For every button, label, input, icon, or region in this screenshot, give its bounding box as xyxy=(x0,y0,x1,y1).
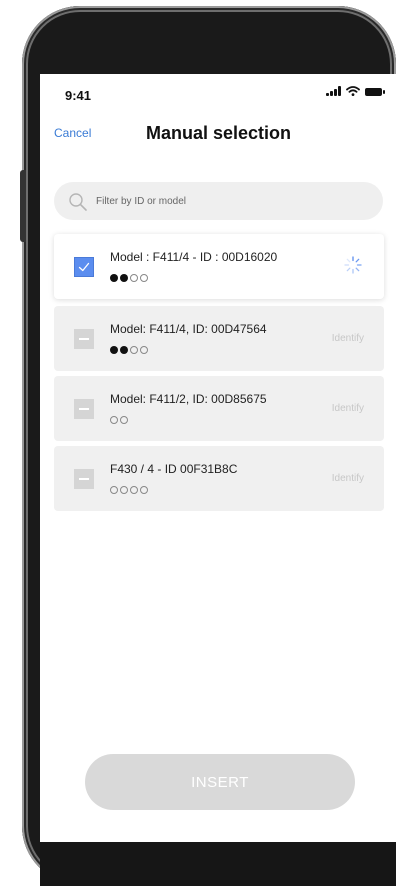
signal-dots xyxy=(110,346,148,354)
dot-filled xyxy=(110,274,118,282)
dot-empty xyxy=(130,486,138,494)
status-time: 9:41 xyxy=(65,88,92,103)
checkbox-indeterminate[interactable] xyxy=(74,329,94,349)
checkbox-checked[interactable] xyxy=(74,257,94,277)
search-bar[interactable] xyxy=(54,182,383,220)
signal-dots xyxy=(110,486,148,494)
identify-button[interactable]: Identify xyxy=(332,403,364,414)
checkbox-indeterminate[interactable] xyxy=(74,469,94,489)
dot-empty xyxy=(140,346,148,354)
device-row-00D85675[interactable]: Model: F411/2, ID: 00D85675 Identify xyxy=(54,376,384,441)
dot-empty xyxy=(130,274,138,282)
nav-header: Cancel Manual selection xyxy=(40,118,396,154)
phone-bottom-bezel xyxy=(40,842,396,886)
dot-empty xyxy=(120,416,128,424)
device-title: Model: F411/4, ID: 00D47564 xyxy=(110,322,267,336)
checkbox-indeterminate[interactable] xyxy=(74,399,94,419)
device-title: F430 / 4 - ID 00F31B8C xyxy=(110,462,238,476)
dot-filled xyxy=(120,346,128,354)
dot-empty xyxy=(110,486,118,494)
dot-empty xyxy=(110,416,118,424)
dot-empty xyxy=(120,486,128,494)
battery-icon xyxy=(365,88,385,96)
dot-empty xyxy=(140,274,148,282)
cellular-signal-icon xyxy=(326,86,341,96)
status-bar: 9:41 xyxy=(40,74,396,114)
device-title: Model : F411/4 - ID : 00D16020 xyxy=(110,250,278,264)
identify-button[interactable]: Identify xyxy=(332,473,364,484)
dot-empty xyxy=(140,486,148,494)
dot-empty xyxy=(130,346,138,354)
checkmark-icon xyxy=(78,262,90,272)
signal-dots xyxy=(110,416,128,424)
search-input[interactable] xyxy=(96,182,366,220)
dot-filled xyxy=(110,346,118,354)
identify-button[interactable]: Identify xyxy=(332,333,364,344)
dot-filled xyxy=(120,274,128,282)
page-title: Manual selection xyxy=(146,123,292,143)
app-screen: 9:41 Cancel Manual selection Filter by I… xyxy=(40,74,396,842)
device-row-00D16020[interactable]: Model : F411/4 - ID : 00D16020 xyxy=(54,234,384,299)
search-icon xyxy=(69,193,87,211)
device-row-00D47564[interactable]: Model: F411/4, ID: 00D47564 Identify xyxy=(54,306,384,371)
signal-dots xyxy=(110,274,148,282)
wifi-icon xyxy=(346,86,360,96)
loading-spinner-icon xyxy=(344,256,362,274)
device-row-00F31B8C[interactable]: F430 / 4 - ID 00F31B8C Identify xyxy=(54,446,384,511)
status-icons xyxy=(326,86,385,96)
insert-button[interactable]: INSERT xyxy=(85,754,355,810)
phone-side-button xyxy=(20,170,26,242)
device-title: Model: F411/2, ID: 00D85675 xyxy=(110,392,267,406)
cancel-button[interactable]: Cancel xyxy=(54,126,91,140)
